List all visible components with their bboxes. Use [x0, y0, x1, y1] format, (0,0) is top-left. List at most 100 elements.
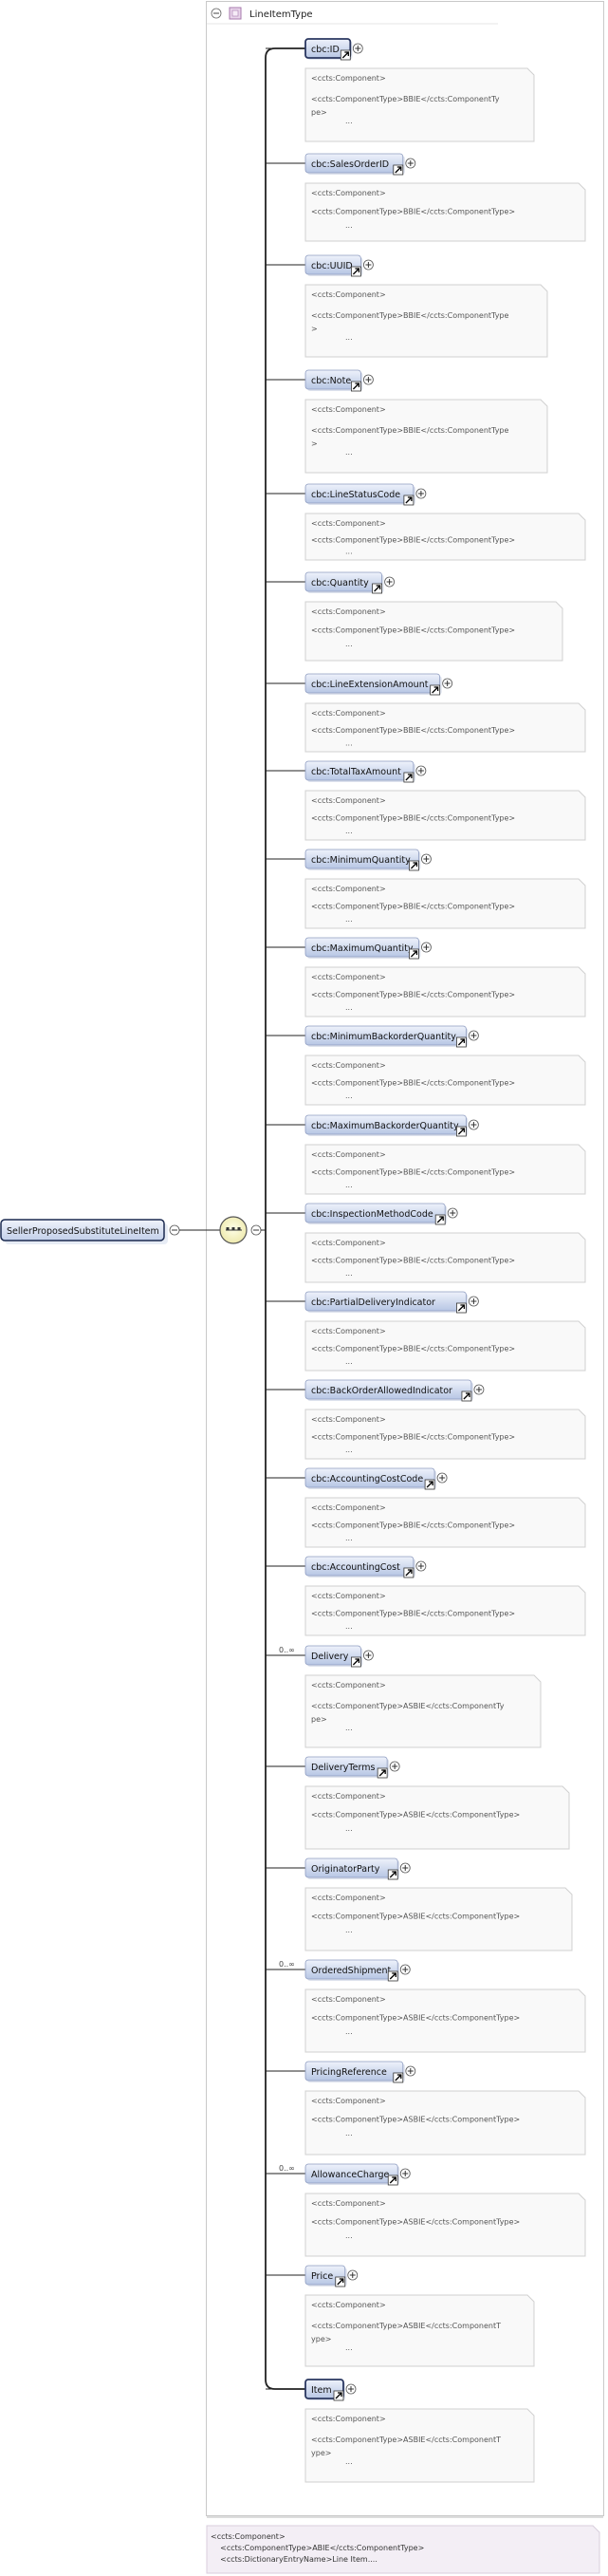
annotation-line: ... — [345, 221, 353, 230]
element-label: cbc:TotalTaxAmount — [311, 767, 401, 777]
annotation-line: <ccts:Component> — [311, 1894, 386, 1902]
expand-icon[interactable] — [405, 158, 416, 169]
expand-icon[interactable] — [421, 853, 432, 865]
annotation-line: <ccts:ComponentType>BBIE</ccts:Component… — [311, 1610, 515, 1618]
annotation-line: <ccts:ComponentType>BBIE</ccts:Component… — [311, 1079, 515, 1088]
element-cbc-maximumquantity[interactable]: cbc:MaximumQuantity <ccts:Component> <cct… — [266, 937, 586, 1017]
expand-icon[interactable] — [399, 2168, 411, 2179]
annotation-card: <ccts:Component> <ccts:ComponentType>BBI… — [304, 790, 586, 841]
annotation-line: <ccts:ComponentType>BBIE</ccts:Component… — [311, 1168, 515, 1177]
annotation-line: <ccts:Component> — [311, 2301, 386, 2309]
reference-arrow-icon — [377, 1767, 388, 1779]
annotation-line: ... — [345, 333, 353, 342]
element-cbc-totaltaxamount[interactable]: cbc:TotalTaxAmount <ccts:Component> <ccts… — [266, 760, 586, 841]
expand-icon[interactable] — [384, 576, 396, 588]
element-cbc-salesorderid[interactable]: cbc:SalesOrderID<ccts:Component><ccts:Co… — [266, 153, 586, 242]
element-label: cbc:UUID — [311, 261, 353, 271]
element-cbc-minimumbackorderquantity[interactable]: cbc:MinimumBackorderQuantity <ccts:Compon… — [266, 1025, 586, 1106]
annotation-line: <ccts:Component> — [311, 607, 386, 616]
expand-icon[interactable] — [399, 1964, 411, 1975]
annotation-line: <ccts:Component> — [311, 519, 386, 528]
annotation-line: <ccts:Component> — [311, 405, 386, 414]
annotation-line: ... — [345, 2231, 353, 2240]
annotation-line: <ccts:ComponentType>BBIE</ccts:Component… — [311, 1345, 515, 1353]
element-cbc-lineextensionamount[interactable]: cbc:LineExtensionAmount <ccts:Component> … — [266, 673, 586, 753]
expand-icon[interactable] — [468, 1119, 479, 1130]
annotation-card: <ccts:Component> <ccts:ComponentType>ASBI… — [304, 1674, 542, 1748]
expand-icon[interactable] — [468, 1030, 479, 1041]
element-label: OrderedShipment — [311, 1966, 392, 1976]
annotation-card: <ccts:Component> <ccts:ComponentType>ASBI… — [304, 2294, 535, 2367]
element-originatorparty[interactable]: OriginatorParty <ccts:Component><ccts:Com… — [266, 1857, 573, 1951]
element-label: OriginatorParty — [311, 1864, 380, 1875]
element-delivery[interactable]: 0..∞Delivery<ccts:Component><ccts:Compon… — [266, 1645, 542, 1748]
expand-icon[interactable] — [447, 1207, 458, 1219]
element-label: DeliveryTerms — [311, 1763, 375, 1773]
element-item[interactable]: Item <ccts:Component> <ccts:ComponentType>… — [266, 2379, 535, 2483]
annotation-line: <ccts:Component> — [311, 973, 386, 981]
expand-icon[interactable] — [442, 678, 453, 689]
annotation-line: <ccts:ComponentType>ASBIE</ccts:Componen… — [311, 1811, 520, 1820]
annotation-card: <ccts:Component> <ccts:ComponentType>ASBI… — [304, 1887, 573, 1951]
element-cbc-minimumquantity[interactable]: cbc:MinimumQuantity <ccts:Component> <cct… — [266, 849, 586, 929]
expand-icon[interactable] — [436, 1472, 448, 1484]
expand-icon[interactable] — [405, 2065, 416, 2077]
expand-icon[interactable] — [415, 765, 427, 776]
element-cbc-backorderallowedindicator[interactable]: cbc:BackOrderAllowedIndicator <ccts:Compo… — [266, 1379, 586, 1460]
element-cbc-uuid[interactable]: cbc:UUID <ccts:Component> <ccts:ComponentT… — [266, 254, 548, 358]
annotation-card: <ccts:Component> <ccts:ComponentType>ASBI… — [304, 2090, 586, 2156]
expand-icon[interactable] — [389, 1761, 400, 1772]
expand-icon[interactable] — [421, 942, 432, 953]
annotation-line: ... — [345, 1926, 353, 1934]
multiplicity-label: 0..∞ — [279, 1646, 295, 1654]
reference-arrow-icon — [409, 948, 419, 960]
annotation-card: <ccts:Component> <ccts:ComponentType>BBI… — [304, 1232, 586, 1283]
element-cbc-linestatuscode[interactable]: cbc:LineStatusCode <ccts:Component> <ccts… — [266, 483, 586, 561]
element-label: cbc:ID — [311, 45, 340, 55]
expand-icon[interactable] — [352, 43, 363, 54]
element-price[interactable]: Price <ccts:Component> <ccts:ComponentType… — [266, 2265, 535, 2367]
expand-icon[interactable] — [347, 2269, 359, 2281]
element-cbc-note[interactable]: cbc:Note <ccts:Component> <ccts:ComponentT… — [266, 369, 548, 474]
annotation-card: <ccts:Component> <ccts:ComponentType>BBI… — [304, 1320, 586, 1372]
element-label: cbc:Quantity — [311, 578, 369, 588]
reference-arrow-icon — [461, 1391, 472, 1402]
root-element[interactable]: SellerProposedSubstituteLineItem — [0, 1219, 180, 1244]
annotation-line: ... — [345, 2457, 353, 2466]
type-header: LineItemType — [207, 7, 498, 25]
annotation-line: <ccts:Component> — [311, 2415, 386, 2423]
element-cbc-inspectionmethodcode[interactable]: cbc:InspectionMethodCode <ccts:Component>… — [266, 1203, 586, 1283]
reference-arrow-icon — [424, 1479, 435, 1490]
sequence-compositor[interactable] — [219, 1216, 262, 1244]
annotation-line: ... — [345, 1269, 353, 1278]
reference-arrow-icon — [350, 381, 361, 392]
expand-icon[interactable] — [415, 1560, 427, 1572]
element-allowancecharge[interactable]: 0..∞AllowanceCharge<ccts:Component><ccts… — [266, 2163, 586, 2257]
annotation-line: ... — [345, 2343, 353, 2352]
annotation-line: ... — [345, 117, 353, 125]
expand-icon[interactable] — [362, 259, 374, 271]
element-orderedshipment[interactable]: 0..∞OrderedShipment<ccts:Component><ccts… — [266, 1959, 586, 2053]
element-label: cbc:SalesOrderID — [311, 159, 389, 170]
expand-icon[interactable] — [362, 1650, 374, 1661]
element-deliveryterms[interactable]: DeliveryTerms<ccts:Component><ccts:Compo… — [266, 1756, 570, 1850]
annotation-line: <ccts:ComponentType>BBIE</ccts:Component… — [311, 426, 509, 435]
annotation-line: <ccts:Component> — [311, 1503, 386, 1512]
element-cbc-quantity[interactable]: cbc:Quantity<ccts:Component><ccts:Compon… — [266, 571, 563, 662]
annotation-line: ... — [345, 1534, 353, 1542]
element-cbc-accountingcost[interactable]: cbc:AccountingCost <ccts:Component> <ccts… — [266, 1556, 586, 1636]
expand-icon[interactable] — [473, 1384, 485, 1395]
expand-icon[interactable] — [399, 1862, 411, 1874]
element-cbc-accountingcostcode[interactable]: cbc:AccountingCostCode <ccts:Component> <… — [266, 1467, 586, 1548]
annotation-line: ... — [345, 1824, 353, 1833]
element-cbc-maximumbackorderquantity[interactable]: cbc:MaximumBackorderQuantity <ccts:Compon… — [266, 1114, 586, 1195]
expand-icon[interactable] — [362, 374, 374, 385]
element-cbc-id[interactable]: cbc:ID <ccts:Component> <ccts:ComponentTyp… — [266, 38, 535, 142]
annotation-line: <ccts:ComponentType>BBIE</ccts:Component… — [311, 1257, 515, 1265]
annotation-line: <ccts:Component> — [311, 796, 386, 805]
expand-icon[interactable] — [415, 488, 427, 499]
element-pricingreference[interactable]: PricingReference<ccts:Component><ccts:Co… — [266, 2061, 586, 2156]
element-cbc-partialdeliveryindicator[interactable]: cbc:PartialDeliveryIndicator <ccts:Compon… — [266, 1291, 586, 1372]
expand-icon[interactable] — [468, 1296, 479, 1307]
expand-icon[interactable] — [345, 2383, 357, 2395]
